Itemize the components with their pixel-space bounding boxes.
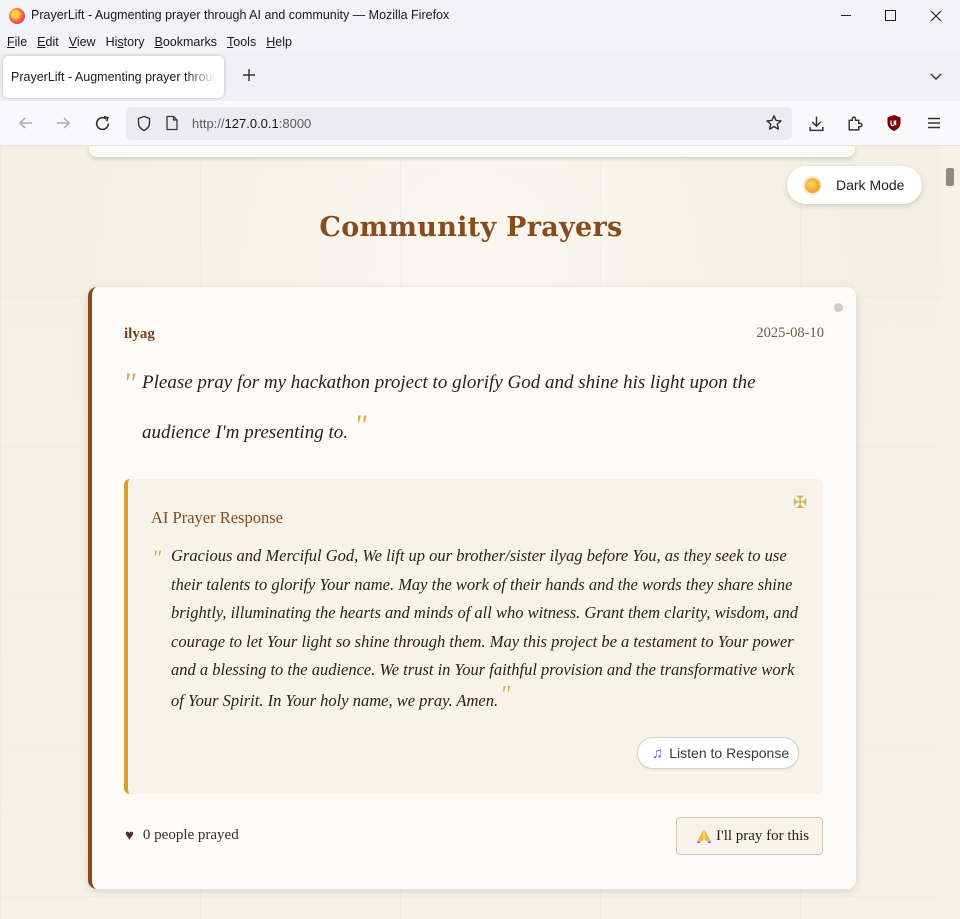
menu-bar: File Edit View History Bookmarks Tools Help [0, 31, 960, 53]
menu-history[interactable]: History [101, 31, 150, 53]
bookmark-star-icon[interactable] [764, 113, 784, 133]
chevron-down-icon [930, 73, 942, 80]
prayer-text-block: Please pray for my hackathon project to … [142, 358, 802, 458]
extensions-button[interactable] [844, 113, 864, 133]
close-window-button[interactable] [913, 0, 959, 31]
puzzle-icon [847, 116, 863, 131]
prayer-date: 2025-08-10 [756, 325, 824, 341]
reload-button[interactable] [92, 113, 112, 133]
ai-response-text: Gracious and Merciful God, We lift up ou… [171, 546, 799, 710]
ai-response-text-block: Gracious and Merciful God, We lift up ou… [171, 542, 811, 716]
tracking-protection-shield-icon[interactable] [134, 113, 154, 133]
download-icon [808, 116, 824, 131]
downloads-button[interactable] [806, 113, 826, 133]
listen-label: Listen to Response [669, 745, 790, 761]
page-scrollbar[interactable] [942, 146, 960, 919]
menu-file[interactable]: File [2, 31, 32, 53]
arrow-right-icon [57, 117, 71, 129]
close-quote-icon: " [353, 409, 367, 442]
section-title: Community Prayers [319, 212, 623, 243]
window-title: PrayerLift - Augmenting prayer through A… [31, 8, 450, 22]
firefox-logo-icon [9, 8, 25, 24]
prayed-count: ♥ 0 people prayed [125, 827, 239, 844]
heart-icon: ♥ [125, 827, 134, 844]
minimize-button[interactable] [823, 0, 869, 31]
prayed-count-label: 0 people prayed [142, 827, 239, 843]
prayer-text: Please pray for my hackathon project to … [142, 372, 756, 443]
music-note-icon: ♫ [652, 744, 664, 762]
menu-bookmarks[interactable]: Bookmarks [150, 31, 223, 53]
open-quote-icon: " [123, 367, 136, 400]
scrollbar-thumb[interactable] [946, 168, 954, 186]
menu-edit[interactable]: Edit [32, 31, 64, 53]
plus-icon [243, 69, 255, 81]
hamburger-menu-icon [928, 117, 940, 129]
url-text: http://127.0.0.1:8000 [192, 116, 311, 131]
card-status-dot [834, 303, 843, 312]
dark-mode-toggle[interactable]: Dark Mode [787, 166, 922, 204]
menu-tools[interactable]: Tools [222, 31, 261, 53]
pray-button-label: I'll pray for this [716, 827, 810, 844]
listen-to-response-button[interactable]: ♫ Listen to Response [637, 737, 799, 769]
window-titlebar: PrayerLift - Augmenting prayer through A… [0, 0, 960, 31]
address-bar[interactable]: http://127.0.0.1:8000 [126, 107, 792, 140]
maximize-button[interactable] [867, 0, 913, 31]
tab-strip: PrayerLift - Augmenting prayer through A… [0, 53, 960, 101]
tab-title: PrayerLift - Augmenting prayer through A… [11, 70, 216, 84]
praying-hands-icon [697, 829, 711, 843]
ai-open-quote-icon: " [152, 545, 162, 570]
ai-close-quote-icon: " [500, 681, 511, 708]
forward-button[interactable] [53, 113, 73, 133]
dark-mode-label: Dark Mode [836, 177, 905, 193]
list-all-tabs-button[interactable] [928, 68, 946, 86]
reload-icon [95, 115, 109, 130]
page-info-icon[interactable] [162, 113, 182, 133]
menu-view[interactable]: View [64, 31, 101, 53]
ai-response-box: AI Prayer Response ✠ " Gracious and Merc… [124, 479, 823, 794]
prayer-author: ilyag [124, 326, 155, 342]
ublock-origin-icon[interactable] [884, 113, 904, 133]
navigation-bar: http://127.0.0.1:8000 [0, 101, 960, 146]
url-port: :8000 [278, 116, 312, 131]
sun-icon [805, 177, 820, 193]
menu-help[interactable]: Help [261, 31, 297, 53]
prayer-card: ilyag 2025-08-10 " Please pray for my ha… [88, 287, 856, 889]
new-tab-button[interactable] [239, 67, 259, 87]
ai-response-title: AI Prayer Response [151, 508, 283, 527]
app-menu-button[interactable] [924, 113, 944, 133]
tab-prayerlift[interactable]: PrayerLift - Augmenting prayer through A… [3, 56, 224, 98]
back-button[interactable] [16, 113, 36, 133]
arrow-left-icon [18, 117, 32, 129]
previous-card-edge [89, 146, 855, 157]
url-host: 127.0.0.1 [224, 116, 279, 131]
cross-icon: ✠ [793, 493, 808, 512]
close-icon [930, 10, 942, 21]
url-scheme: http:// [192, 116, 225, 131]
pray-for-this-button[interactable]: I'll pray for this [676, 817, 823, 855]
page-viewport: Dark Mode Community Prayers ilyag 2025-0… [0, 146, 942, 919]
